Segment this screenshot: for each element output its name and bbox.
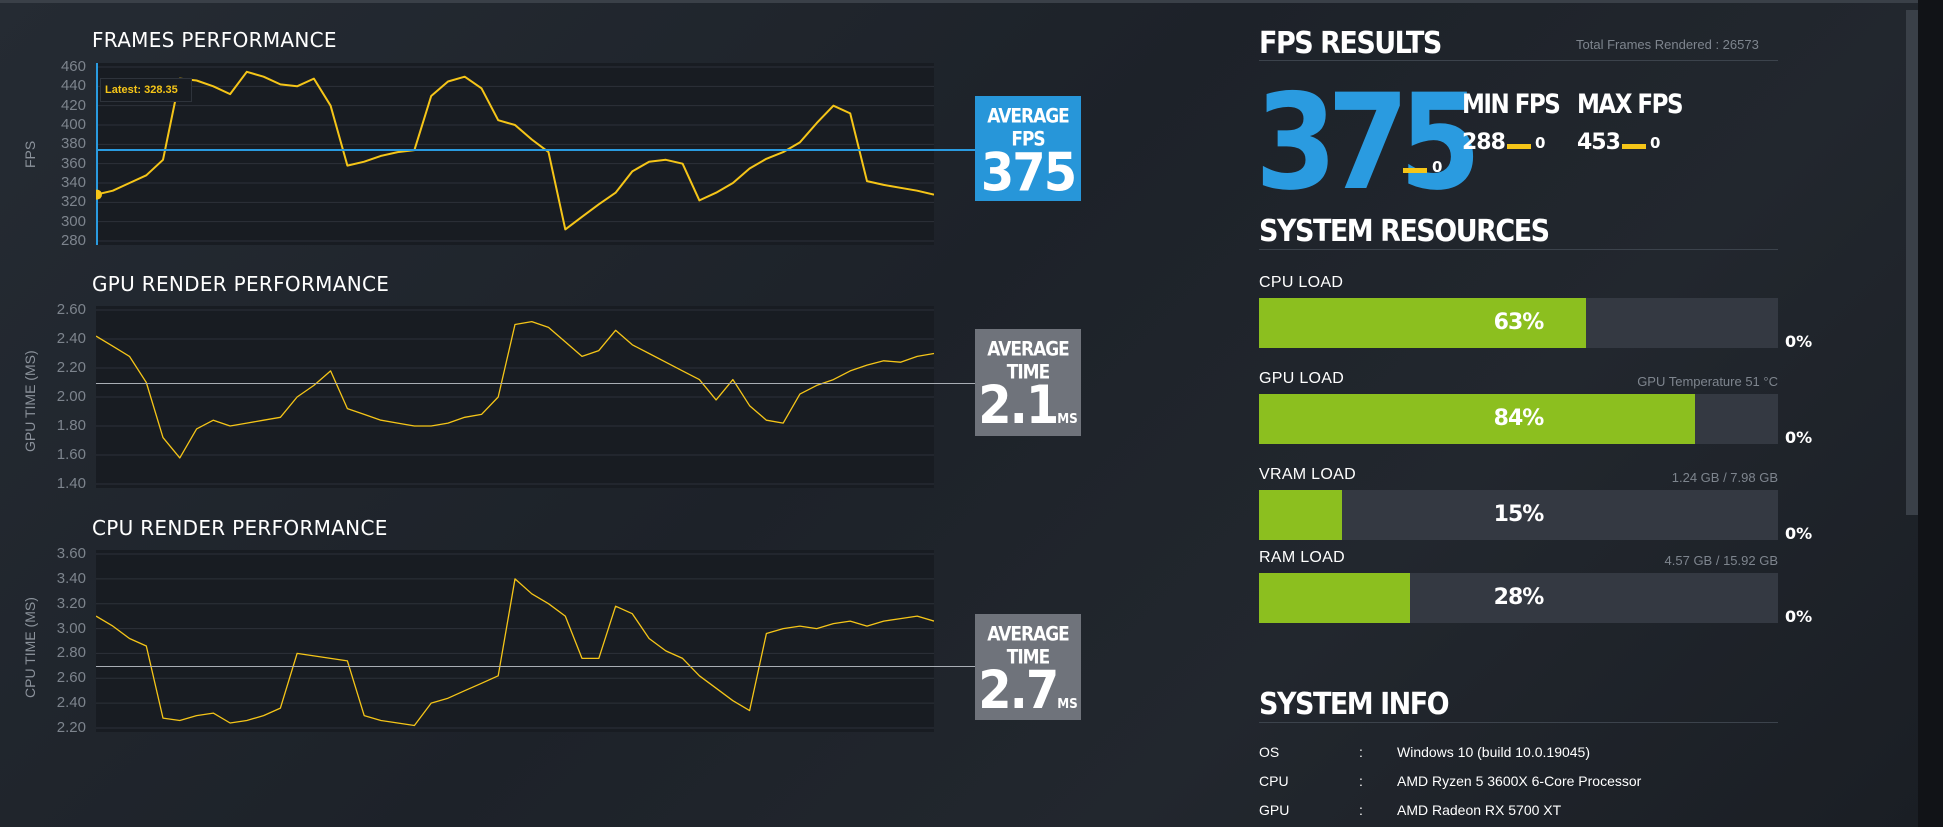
latest-point <box>96 189 102 200</box>
max-delta-bar <box>1622 144 1646 149</box>
resource-delta: 0% <box>1785 332 1813 351</box>
resource-percent: 63% <box>1493 310 1545 335</box>
adjacent-window-edge <box>1918 0 1943 827</box>
info-separator: : <box>1359 773 1363 789</box>
y-tick-label: 2.60 <box>56 669 86 687</box>
y-tick-label: 3.20 <box>56 594 86 612</box>
system-resources-divider <box>1259 249 1778 250</box>
vertical-scrollbar[interactable] <box>1906 10 1918 515</box>
system-info-title: SYSTEM INFO <box>1259 687 1450 722</box>
info-separator: : <box>1359 802 1363 818</box>
window-top-border <box>0 0 1943 3</box>
y-tick-label: 2.40 <box>56 330 86 347</box>
fps-chart-plot <box>96 63 934 245</box>
fps-chart-ylabel: FPS <box>22 140 38 168</box>
max-fps-label: MAX FPS <box>1577 90 1684 120</box>
gpu-chart-plot <box>96 306 934 488</box>
y-tick-label: 2.40 <box>56 694 86 712</box>
y-tick-label: 1.60 <box>56 446 86 463</box>
average-fps-large: 375 <box>1255 64 1481 220</box>
y-tick-label: 1.80 <box>56 417 86 434</box>
average-cpu-time-box: AVERAGE TIME 2.7MS <box>975 614 1081 720</box>
info-key: GPU <box>1259 802 1290 818</box>
average-fps-box: AVERAGE FPS 375 <box>975 96 1081 201</box>
min-delta-bar <box>1507 144 1531 149</box>
max-fps-delta: 0 <box>1650 134 1661 152</box>
resource-delta: 0% <box>1785 524 1813 543</box>
y-tick-label: 1.40 <box>56 475 86 492</box>
resource-detail: 1.24 GB / 7.98 GB <box>1671 470 1778 485</box>
y-tick-label: 340 <box>60 174 86 191</box>
y-tick-label: 300 <box>60 212 86 230</box>
resource-percent: 84% <box>1493 406 1545 431</box>
resource-label: RAM LOAD <box>1259 549 1345 566</box>
info-value: AMD Radeon RX 5700 XT <box>1397 802 1562 818</box>
y-tick-label: 3.40 <box>56 569 86 587</box>
y-tick-label: 420 <box>60 96 86 114</box>
resource-label: CPU LOAD <box>1259 274 1344 291</box>
resource-label: GPU LOAD <box>1259 370 1345 387</box>
average-line <box>96 149 975 152</box>
y-tick-label: 400 <box>60 116 86 133</box>
system-resources-title: SYSTEM RESOURCES <box>1259 214 1550 249</box>
average-cpu-time-value: 2.7 <box>978 659 1059 722</box>
gpu-chart-title: GPU RENDER PERFORMANCE <box>92 272 390 296</box>
y-tick-label: 2.20 <box>56 719 86 736</box>
cpu-chart-title: CPU RENDER PERFORMANCE <box>92 516 388 540</box>
resource-label: VRAM LOAD <box>1259 466 1356 483</box>
total-frames-rendered: Total Frames Rendered : 26573 <box>1576 37 1759 52</box>
average-delta: 0 <box>1432 158 1443 176</box>
fps-results-divider <box>1259 60 1778 61</box>
y-tick-label: 360 <box>60 154 86 172</box>
y-tick-label: 380 <box>60 135 86 153</box>
y-tick-label: 460 <box>60 58 86 75</box>
latest-value-tooltip: Latest: 328.35 <box>100 78 192 102</box>
y-tick-label: 2.20 <box>56 359 86 376</box>
fps-results-title: FPS RESULTS <box>1259 26 1442 61</box>
resource-bar: 63% <box>1259 298 1778 348</box>
average-fps-value: 375 <box>980 142 1077 204</box>
resource-delta: 0% <box>1785 607 1813 626</box>
system-info-divider <box>1259 722 1778 723</box>
resource-bar: 28% <box>1259 573 1778 623</box>
min-fps-label: MIN FPS <box>1462 90 1561 120</box>
average-line <box>96 382 975 384</box>
resource-percent: 15% <box>1493 502 1545 527</box>
info-key: CPU <box>1259 773 1289 789</box>
resource-percent: 28% <box>1493 585 1545 610</box>
info-value: Windows 10 (build 10.0.19045) <box>1397 744 1591 760</box>
series-line <box>96 320 934 459</box>
info-separator: : <box>1359 744 1363 760</box>
resource-detail: GPU Temperature 51 °C <box>1637 374 1778 389</box>
average-cpu-time-unit: MS <box>1057 695 1078 712</box>
y-tick-label: 440 <box>60 77 86 95</box>
cpu-chart-ylabel: CPU TIME (MS) <box>22 597 38 698</box>
scrollbar-thumb[interactable] <box>1906 10 1918 515</box>
y-tick-label: 280 <box>60 232 86 249</box>
resource-delta: 0% <box>1785 428 1813 447</box>
min-fps-value: 288 <box>1462 130 1506 155</box>
fps-chart-title: FRAMES PERFORMANCE <box>92 28 337 52</box>
info-key: OS <box>1259 744 1280 760</box>
max-fps-value: 453 <box>1577 130 1621 155</box>
y-tick-label: 3.00 <box>56 619 86 637</box>
average-gpu-time-unit: MS <box>1057 410 1078 427</box>
y-tick-label: 320 <box>60 193 86 211</box>
resource-detail: 4.57 GB / 15.92 GB <box>1664 553 1778 568</box>
resource-bar: 15% <box>1259 490 1778 540</box>
average-line <box>96 665 975 667</box>
average-gpu-time-value: 2.1 <box>978 374 1059 437</box>
y-tick-label: 2.00 <box>56 388 86 405</box>
gpu-chart-ylabel: GPU TIME (MS) <box>22 350 38 452</box>
average-gpu-time-box: AVERAGE TIME 2.1MS <box>975 329 1081 436</box>
cpu-chart-plot <box>96 550 934 732</box>
min-fps-delta: 0 <box>1535 134 1546 152</box>
info-value: AMD Ryzen 5 3600X 6-Core Processor <box>1397 773 1642 789</box>
resource-bar: 84% <box>1259 394 1778 444</box>
y-tick-label: 2.80 <box>56 644 86 662</box>
y-tick-label: 3.60 <box>56 545 86 562</box>
y-tick-label: 2.60 <box>56 301 86 318</box>
average-delta-bar <box>1403 168 1427 173</box>
